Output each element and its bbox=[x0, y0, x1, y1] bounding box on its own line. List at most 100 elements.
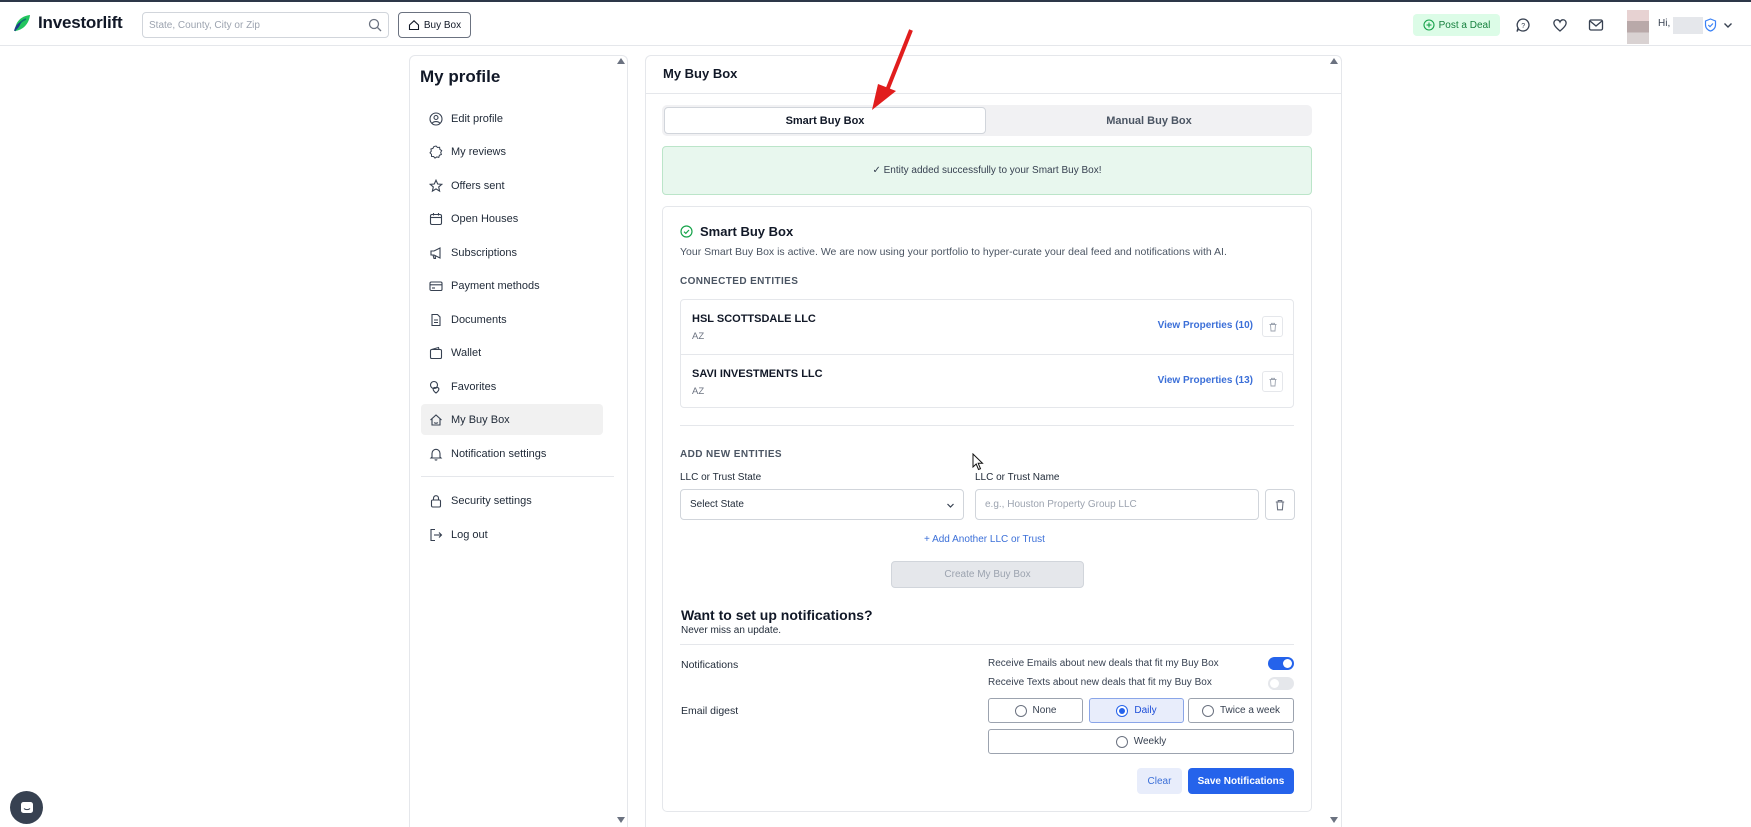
trash-icon bbox=[1269, 322, 1276, 331]
document-icon bbox=[431, 313, 441, 326]
logout-icon bbox=[430, 528, 443, 541]
sidebar-scroll-up[interactable] bbox=[617, 58, 625, 64]
logo[interactable]: Investorlift bbox=[12, 13, 123, 33]
save-notifications-button[interactable]: Save Notifications bbox=[1188, 768, 1294, 794]
sidebar-item-label: Notification settings bbox=[451, 447, 547, 460]
sidebar-item-label: Offers sent bbox=[451, 179, 505, 192]
sidebar-item-wallet[interactable]: Wallet bbox=[421, 337, 603, 368]
search-input[interactable] bbox=[143, 13, 353, 37]
post-deal-label: Post a Deal bbox=[1438, 19, 1491, 31]
verified-shield-icon bbox=[1704, 18, 1717, 32]
mail-icon[interactable] bbox=[1587, 16, 1605, 34]
main-scroll-up[interactable] bbox=[1330, 58, 1338, 64]
radio-circle bbox=[1115, 735, 1128, 748]
search-box bbox=[142, 12, 389, 38]
star-icon bbox=[429, 178, 443, 192]
sidebar-item-subscriptions[interactable]: Subscriptions bbox=[421, 237, 603, 268]
delete-entity-button[interactable] bbox=[1262, 316, 1283, 337]
sidebar-item-my-buy-box[interactable]: My Buy Box bbox=[421, 404, 603, 435]
clear-button[interactable]: Clear bbox=[1137, 768, 1182, 794]
sidebar-item-my-reviews[interactable]: My reviews bbox=[421, 136, 603, 167]
sidebar-item-label: Subscriptions bbox=[451, 246, 518, 259]
radio-circle bbox=[1201, 704, 1214, 717]
view-properties-link[interactable]: View Properties (13) bbox=[1158, 375, 1253, 386]
support-chat-button[interactable] bbox=[10, 791, 43, 824]
chevron-down-icon[interactable] bbox=[1722, 19, 1734, 31]
sidebar-item-log-out[interactable]: Log out bbox=[421, 519, 603, 550]
search-icon[interactable] bbox=[368, 18, 382, 32]
greeting-text: Hi, bbox=[1658, 18, 1671, 29]
digest-option-label: Twice a week bbox=[1219, 705, 1281, 716]
credit-card-icon bbox=[429, 280, 443, 291]
success-alert: ✓ Entity added successfully to your Smar… bbox=[662, 146, 1312, 195]
entity-state: AZ bbox=[692, 331, 705, 342]
text-toggle[interactable] bbox=[1268, 677, 1294, 690]
email-toggle[interactable] bbox=[1268, 657, 1294, 670]
sidebar-item-label: Favorites bbox=[451, 380, 497, 393]
entity-name: SAVI INVESTMENTS LLC bbox=[692, 368, 823, 380]
tab-manual-buy-box[interactable]: Manual Buy Box bbox=[988, 107, 1310, 134]
sidebar-item-documents[interactable]: Documents bbox=[421, 304, 603, 335]
state-select[interactable]: Select State bbox=[680, 489, 964, 520]
remove-row-button[interactable] bbox=[1265, 489, 1295, 520]
digest-option-none[interactable]: None bbox=[988, 698, 1083, 723]
sidebar-item-label: Security settings bbox=[451, 494, 532, 507]
sidebar-item-offers-sent[interactable]: Offers sent bbox=[421, 170, 603, 201]
avatar[interactable] bbox=[1627, 10, 1649, 44]
buy-box-button[interactable]: Buy Box bbox=[398, 12, 471, 38]
state-field-label: LLC or Trust State bbox=[680, 472, 762, 483]
sidebar-scroll-down[interactable] bbox=[617, 817, 625, 823]
plus-circle-icon bbox=[1423, 19, 1435, 31]
svg-text:?: ? bbox=[1521, 23, 1525, 30]
sidebar-item-label: My reviews bbox=[451, 145, 507, 158]
sidebar-divider bbox=[421, 476, 614, 477]
digest-option-label: Daily bbox=[1134, 705, 1157, 716]
create-buy-box-button[interactable]: Create My Buy Box bbox=[891, 561, 1084, 588]
chat-icon[interactable]: ? bbox=[1514, 16, 1532, 34]
notifications-subtitle: Never miss an update. bbox=[681, 625, 782, 636]
main-scroll-down[interactable] bbox=[1330, 817, 1338, 823]
view-properties-link[interactable]: View Properties (10) bbox=[1158, 320, 1253, 331]
leaf-logo-icon bbox=[14, 15, 30, 32]
smart-buy-box-description: Your Smart Buy Box is active. We are now… bbox=[680, 246, 1227, 258]
sidebar-item-notification-settings[interactable]: Notification settings bbox=[421, 438, 603, 469]
connected-entities-label: CONNECTED ENTITIES bbox=[680, 276, 799, 287]
name-field-label: LLC or Trust Name bbox=[975, 472, 1060, 483]
house-icon bbox=[430, 413, 442, 426]
profile-title: My profile bbox=[420, 67, 501, 86]
mouse-cursor-icon bbox=[972, 453, 984, 471]
sidebar-item-label: My Buy Box bbox=[451, 413, 510, 426]
section-divider bbox=[680, 425, 1294, 426]
sidebar-item-label: Payment methods bbox=[451, 279, 540, 292]
sidebar-item-favorites[interactable]: Favorites bbox=[421, 371, 603, 402]
favorites-icon bbox=[429, 380, 440, 394]
email-digest-label: Email digest bbox=[681, 705, 739, 717]
radio-circle bbox=[1116, 704, 1129, 717]
heart-icon[interactable] bbox=[1551, 16, 1569, 34]
state-select-value: Select State bbox=[690, 499, 744, 510]
sidebar-item-edit-profile[interactable]: Edit profile bbox=[421, 103, 603, 134]
digest-option-daily[interactable]: Daily bbox=[1089, 698, 1184, 723]
tab-smart-buy-box[interactable]: Smart Buy Box bbox=[664, 107, 986, 134]
sidebar-item-open-houses[interactable]: Open Houses bbox=[421, 203, 603, 234]
post-deal-button[interactable]: Post a Deal bbox=[1413, 14, 1500, 36]
sidebar-item-label: Wallet bbox=[451, 346, 482, 359]
lock-icon bbox=[430, 494, 442, 508]
add-another-entity-link[interactable]: + Add Another LLC or Trust bbox=[924, 534, 1045, 545]
smart-buy-box-heading: Smart Buy Box bbox=[680, 224, 793, 239]
connected-entities-list: HSL SCOTTSDALE LLC AZ View Properties (1… bbox=[680, 299, 1294, 408]
house-icon bbox=[408, 20, 419, 31]
digest-option-twice-a-week[interactable]: Twice a week bbox=[1188, 698, 1294, 723]
page-title: My Buy Box bbox=[663, 66, 738, 81]
llc-name-input[interactable] bbox=[975, 489, 1259, 520]
user-name-redacted bbox=[1673, 17, 1703, 34]
sidebar-item-security-settings[interactable]: Security settings bbox=[421, 485, 603, 516]
notifications-label: Notifications bbox=[681, 659, 739, 671]
digest-option-weekly[interactable]: Weekly bbox=[988, 729, 1294, 754]
delete-entity-button[interactable] bbox=[1262, 371, 1283, 392]
toggle-knob bbox=[1283, 659, 1292, 668]
sidebar-item-label: Open Houses bbox=[451, 212, 519, 225]
digest-option-label: Weekly bbox=[1133, 736, 1167, 747]
chat-bubble-icon bbox=[20, 801, 33, 813]
sidebar-item-payment-methods[interactable]: Payment methods bbox=[421, 270, 603, 301]
